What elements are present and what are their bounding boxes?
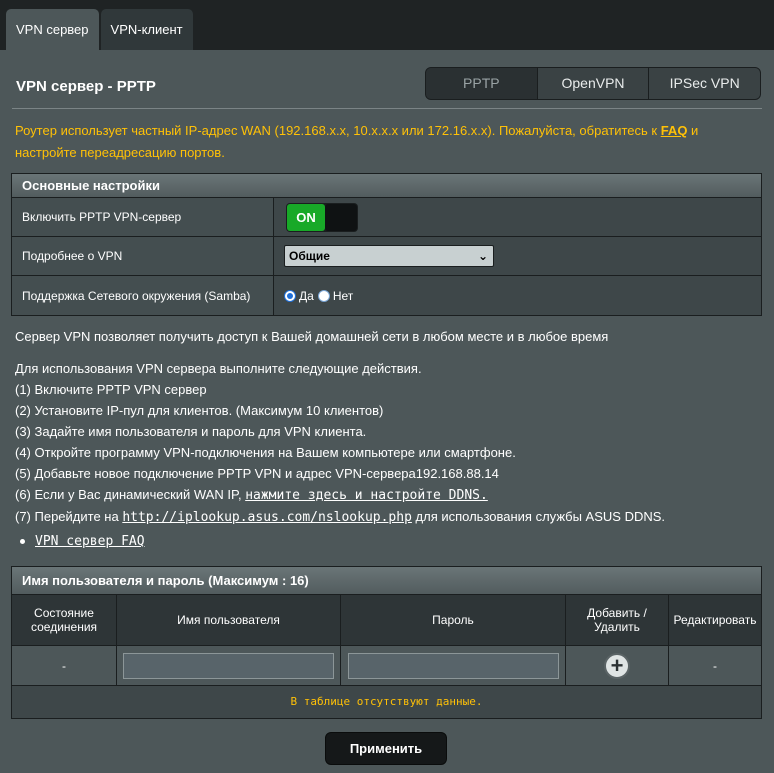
- protocol-openvpn[interactable]: OpenVPN: [537, 68, 650, 99]
- step-7-after: для использования службы ASUS DDNS.: [411, 509, 666, 524]
- steps-title: Для использования VPN сервера выполните …: [15, 361, 422, 376]
- step-5: (5) Добавьте новое подключение PPTP VPN …: [15, 466, 499, 481]
- step-6: (6) Если у Вас динамический WAN IP, нажм…: [15, 484, 665, 506]
- bullet-icon: [20, 539, 25, 545]
- step-2: (2) Установите IP-пул для клиентов. (Мак…: [15, 403, 384, 418]
- ddns-setup-link[interactable]: нажмите здесь и настройте DDNS.: [245, 488, 488, 503]
- samba-no-label: Нет: [332, 288, 354, 303]
- iplookup-link[interactable]: http://iplookup.asus.com/nslookup.php: [122, 510, 412, 525]
- title-divider: [12, 108, 762, 109]
- step-7: (7) Перейдите на http://iplookup.asus.co…: [15, 506, 665, 528]
- vpn-server-faq-link[interactable]: VPN сервер FAQ: [35, 534, 145, 549]
- row-samba: Поддержка Сетевого окружения (Samba) Да …: [12, 276, 761, 315]
- users-table-columns: Состояние соединения Имя пользователя Па…: [12, 595, 761, 646]
- password-input[interactable]: [347, 652, 559, 679]
- step-1: (1) Включите PPTP VPN сервер: [15, 382, 207, 397]
- enable-pptp-toggle[interactable]: ON: [286, 202, 358, 232]
- step-4: (4) Откройте программу VPN-подключения н…: [15, 445, 516, 460]
- new-user-edit: -: [713, 658, 717, 673]
- toggle-knob: [325, 203, 357, 231]
- samba-yes-radio[interactable]: Да: [284, 289, 314, 303]
- users-table-header: Имя пользователя и пароль (Максимум : 16…: [12, 567, 761, 595]
- basic-settings-table: Основные настройки Включить PPTP VPN-сер…: [11, 173, 762, 316]
- vpn-details-label: Подробнее о VPN: [12, 237, 274, 275]
- faq-bullet: VPN сервер FAQ: [20, 533, 145, 549]
- tab-vpn-client[interactable]: VPN-клиент: [100, 9, 193, 50]
- chevron-down-icon: ⌄: [477, 249, 488, 263]
- vpn-intro-text: Сервер VPN позволяет получить доступ к В…: [15, 329, 609, 344]
- samba-no-radio[interactable]: Нет: [317, 288, 354, 303]
- basic-settings-header: Основные настройки: [12, 174, 761, 198]
- col-status: Состояние соединения: [12, 595, 117, 645]
- users-input-row: - + -: [12, 646, 761, 686]
- setup-steps: Для использования VPN сервера выполните …: [15, 358, 665, 528]
- protocol-ipsec[interactable]: IPSec VPN: [649, 68, 760, 99]
- col-password: Пароль: [341, 595, 566, 645]
- tab-vpn-server[interactable]: VPN сервер: [6, 9, 99, 50]
- username-input[interactable]: [123, 652, 334, 679]
- col-edit: Редактировать: [673, 613, 757, 627]
- add-user-button[interactable]: +: [604, 652, 630, 679]
- step-6-text: (6) Если у Вас динамический WAN IP,: [15, 487, 246, 502]
- radio-checked-icon: [284, 289, 296, 302]
- samba-label: Поддержка Сетевого окружения (Samba): [12, 276, 274, 315]
- radio-unchecked-icon: [317, 289, 330, 302]
- col-add-remove: Добавить / Удалить: [566, 595, 669, 645]
- row-enable-pptp: Включить PPTP VPN-сервер ON: [12, 198, 761, 237]
- samba-yes-label: Да: [299, 288, 314, 303]
- new-user-status: -: [12, 646, 117, 685]
- protocol-selector: PPTP OpenVPN IPSec VPN: [425, 67, 761, 100]
- col-username: Имя пользователя: [117, 595, 341, 645]
- vpn-details-select[interactable]: Общие ⌄: [284, 245, 494, 267]
- users-table: Имя пользователя и пароль (Максимум : 16…: [11, 566, 762, 719]
- step-7-text: (7) Перейдите на: [15, 509, 123, 524]
- apply-button[interactable]: Применить: [325, 732, 447, 765]
- row-vpn-details: Подробнее о VPN Общие ⌄: [12, 237, 761, 276]
- enable-pptp-label: Включить PPTP VPN-сервер: [12, 198, 274, 236]
- private-ip-warning: Роутер использует частный IP-адрес WAN (…: [15, 120, 760, 164]
- toggle-on-label: ON: [287, 203, 325, 231]
- protocol-pptp[interactable]: PPTP: [426, 68, 538, 99]
- vpn-details-value: Общие: [289, 249, 330, 263]
- top-tabs: VPN сервер VPN-клиент: [6, 9, 195, 50]
- warning-text: Роутер использует частный IP-адрес WAN (…: [15, 123, 661, 138]
- faq-link[interactable]: FAQ: [661, 123, 688, 138]
- step-3: (3) Задайте имя пользователя и пароль дл…: [15, 424, 367, 439]
- page-title: VPN сервер - PPTP: [16, 78, 156, 95]
- no-data-message: В таблице отсутствуют данные.: [12, 686, 761, 718]
